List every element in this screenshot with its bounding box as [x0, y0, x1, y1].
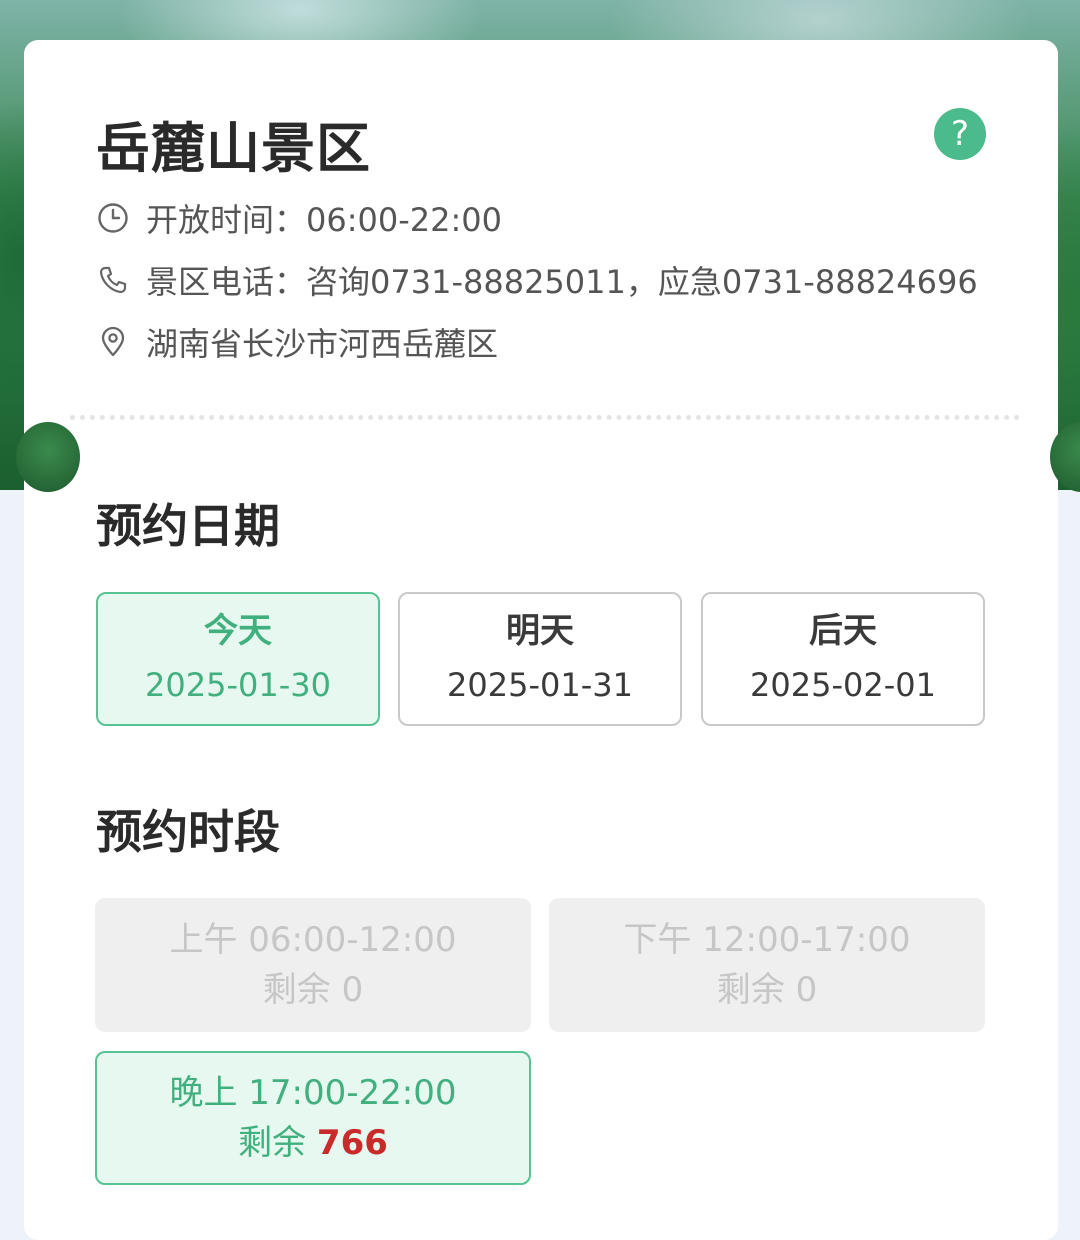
time-slot-remaining: 剩余 766: [238, 1123, 388, 1163]
ticket-notch-left: [16, 422, 80, 492]
date-option-day: 明天: [506, 611, 574, 651]
address-row: 湖南省长沙市河西岳麓区: [96, 319, 498, 365]
date-option-day: 后天: [809, 611, 877, 651]
time-slot-afternoon[interactable]: 下午 12:00-17:00 剩余 0: [549, 898, 985, 1032]
date-option-day: 今天: [204, 611, 272, 651]
phone-row: 景区电话：咨询0731-88825011，应急0731-88824696: [96, 257, 978, 303]
location-pin-icon: [96, 325, 130, 359]
phone-text[interactable]: 景区电话：咨询0731-88825011，应急0731-88824696: [146, 257, 978, 303]
date-option-date: 2025-01-30: [145, 666, 331, 704]
date-option-day-after[interactable]: 后天 2025-02-01: [701, 592, 985, 726]
date-option-today[interactable]: 今天 2025-01-30: [96, 592, 380, 726]
time-slot-morning[interactable]: 上午 06:00-12:00 剩余 0: [95, 898, 531, 1032]
address-text[interactable]: 湖南省长沙市河西岳麓区: [146, 319, 498, 365]
help-icon[interactable]: ?: [934, 108, 986, 160]
time-slot-label: 上午 06:00-12:00: [169, 920, 457, 960]
time-slot-remaining: 剩余 0: [716, 970, 818, 1010]
date-option-date: 2025-02-01: [750, 666, 936, 704]
ticket-notch-right: [1050, 422, 1080, 492]
time-slot-label: 下午 12:00-17:00: [623, 920, 911, 960]
scenic-name: 岳麓山景区: [96, 117, 371, 180]
time-slot-label: 晚上 17:00-22:00: [169, 1073, 457, 1113]
date-option-date: 2025-01-31: [447, 666, 633, 704]
remaining-count: 766: [316, 1123, 388, 1163]
booking-slot-title: 预约时段: [96, 805, 280, 859]
date-option-tomorrow[interactable]: 明天 2025-01-31: [398, 592, 682, 726]
open-hours-row: 开放时间：06:00-22:00: [96, 198, 502, 239]
phone-icon: [96, 263, 130, 297]
booking-date-title: 预约日期: [96, 499, 280, 553]
time-slot-evening[interactable]: 晚上 17:00-22:00 剩余 766: [95, 1051, 531, 1185]
ticket-divider: [70, 415, 1020, 420]
open-hours-text: 开放时间：06:00-22:00: [146, 201, 502, 239]
time-slot-remaining: 剩余 0: [262, 970, 364, 1010]
clock-icon: [96, 201, 130, 235]
